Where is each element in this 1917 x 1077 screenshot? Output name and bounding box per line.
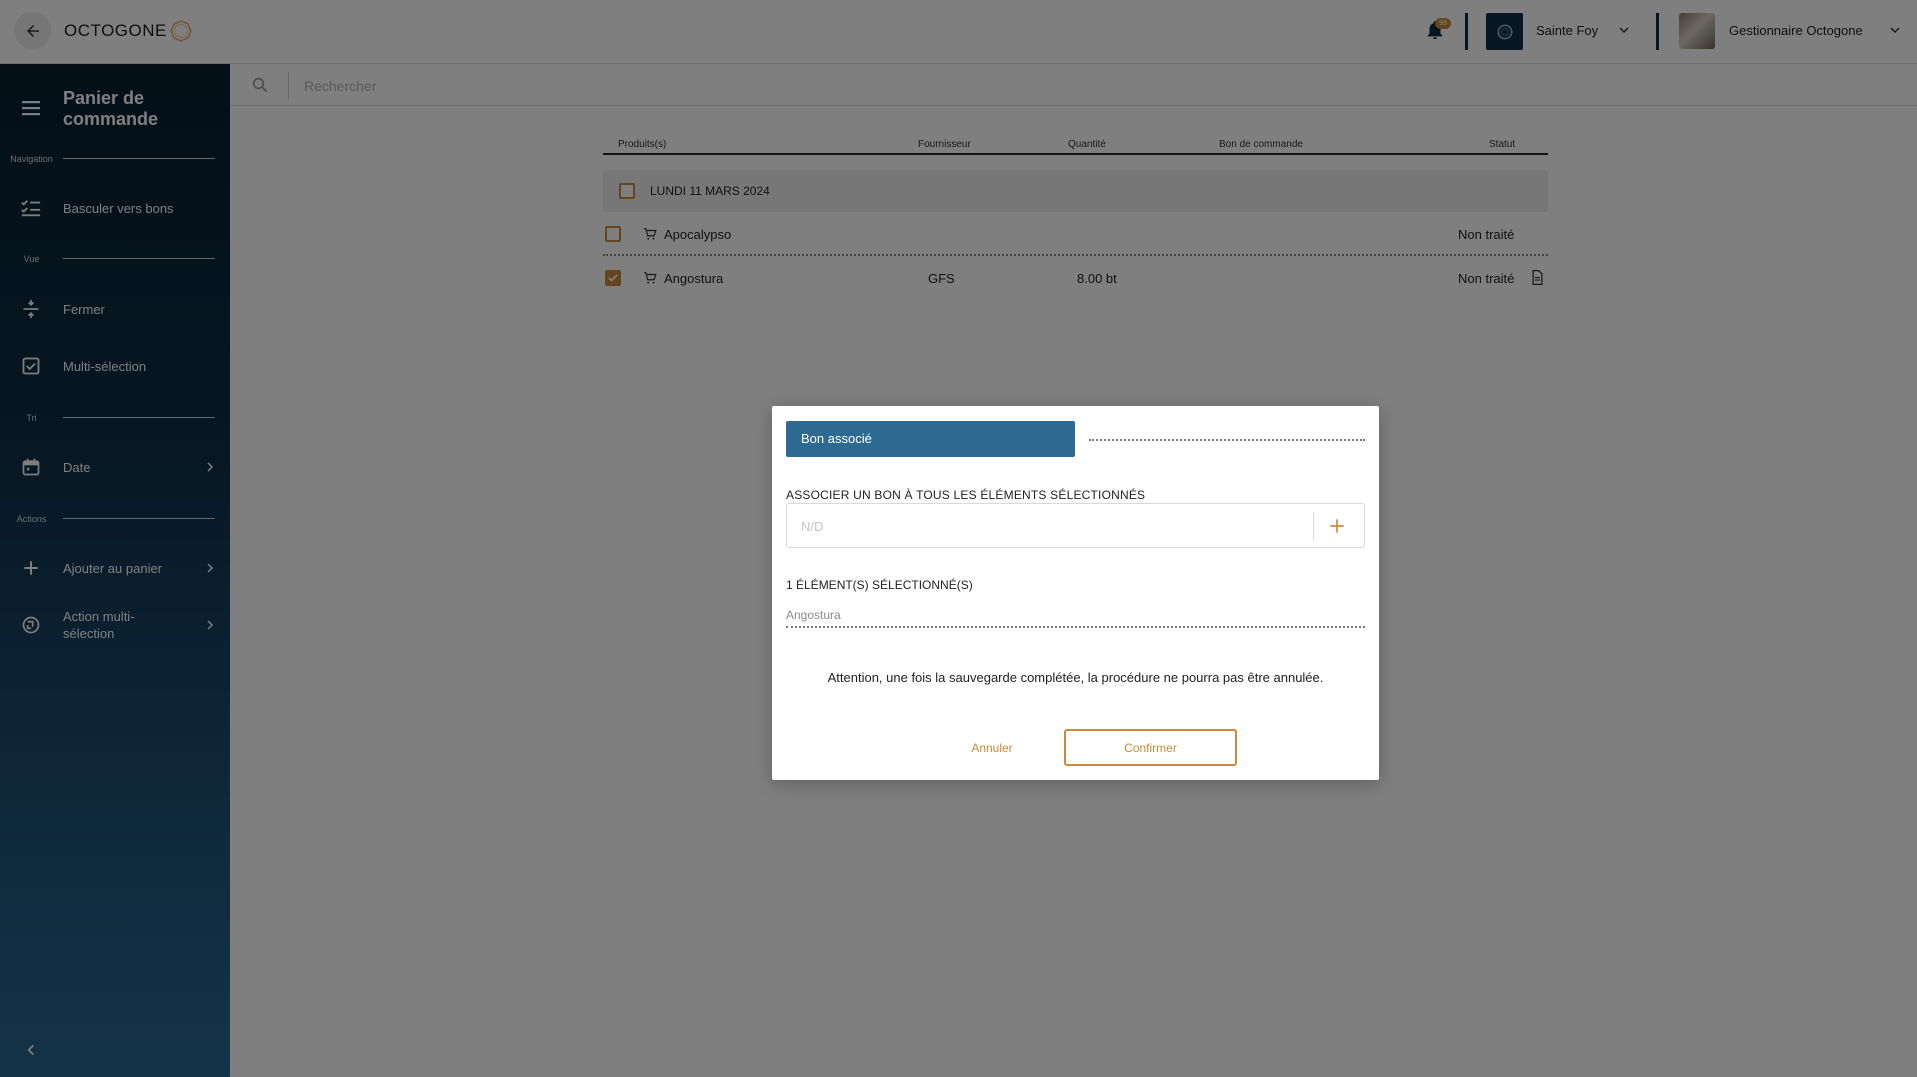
assoc-label: ASSOCIER UN BON À TOUS LES ÉLÉMENTS SÉLE… bbox=[786, 488, 1146, 502]
tab-bon-associe[interactable]: Bon associé bbox=[786, 421, 1075, 457]
order-field bbox=[786, 503, 1365, 548]
order-input[interactable] bbox=[801, 514, 1291, 538]
cancel-button[interactable]: Annuler bbox=[932, 732, 1052, 764]
selected-count-label: 1 ÉLÉMENT(S) SÉLECTIONNÉ(S) bbox=[786, 578, 973, 592]
associate-order-modal: Bon associé ASSOCIER UN BON À TOUS LES É… bbox=[772, 406, 1379, 780]
warning-text: Attention, une fois la sauvegarde complé… bbox=[827, 670, 1324, 685]
divider bbox=[1313, 512, 1314, 540]
confirm-button[interactable]: Confirmer bbox=[1064, 729, 1237, 766]
plus-icon[interactable] bbox=[1327, 516, 1347, 536]
divider bbox=[1089, 439, 1365, 441]
list-item: Angostura bbox=[786, 608, 1365, 628]
